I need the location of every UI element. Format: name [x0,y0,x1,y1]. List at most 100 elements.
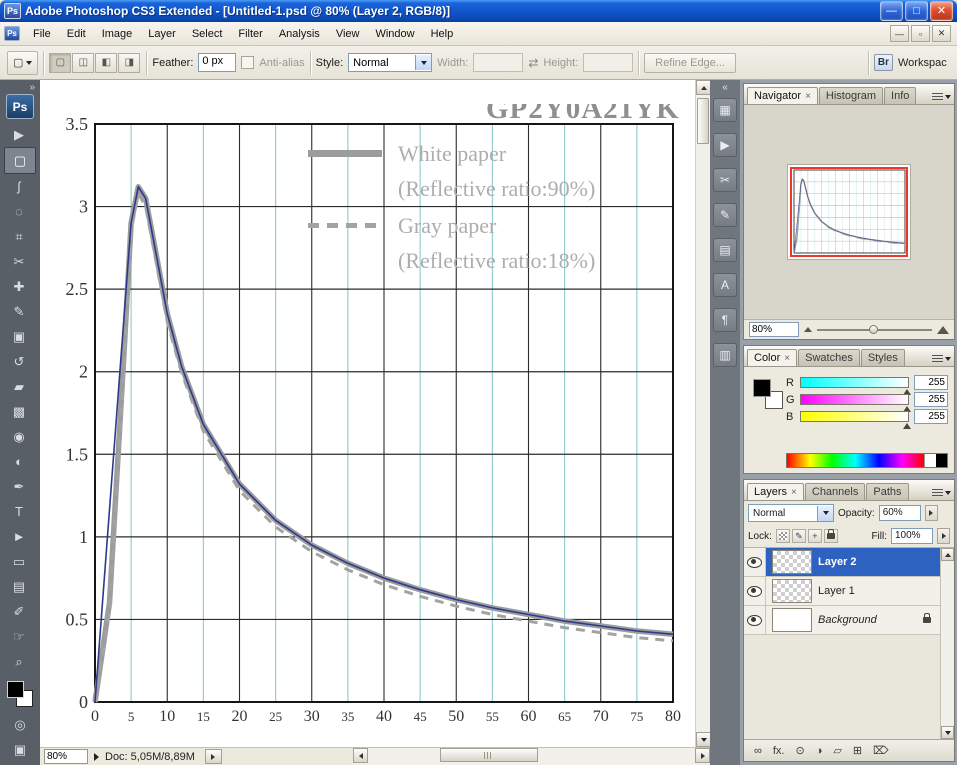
blur-tool[interactable]: ◉ [4,424,34,449]
layers-scrollbar[interactable] [940,548,954,739]
width-input[interactable] [473,53,523,72]
pen-tool[interactable]: ✒ [4,474,34,499]
style-select[interactable]: Normal [348,53,432,72]
toolbox-collapse-icon[interactable]: » [29,82,35,93]
panel-menu-icon[interactable] [932,355,951,366]
gradient-tool[interactable]: ▩ [4,399,34,424]
hand-tool[interactable]: ☞ [4,624,34,649]
minimize-button[interactable]: — [880,1,903,21]
screen-mode-button[interactable]: ▣ [5,737,35,762]
collapsed-layer-comps-panel-icon[interactable]: ▤ [713,238,737,262]
workspace-button[interactable]: Workspac [898,57,950,69]
height-input[interactable] [583,53,633,72]
collapsed-character-panel-icon[interactable]: A [713,273,737,297]
zoom-tool[interactable]: ⌕ [4,649,34,674]
color-swatches-widget[interactable] [7,681,33,707]
tab-layers[interactable]: Layers× [747,483,804,500]
navigator-zoom-slider[interactable] [817,329,932,331]
collapsed-paragraph-panel-icon[interactable]: ¶ [713,308,737,332]
tab-paths[interactable]: Paths [866,483,908,500]
slider-value-input[interactable]: 255 [914,409,948,424]
slider-track[interactable] [800,394,909,405]
tab-navigator[interactable]: Navigator× [747,87,818,104]
subtract-selection-icon[interactable]: ◧ [95,53,117,73]
collapsed-brushes-panel-icon[interactable]: ✎ [713,203,737,227]
zoom-in-icon[interactable] [937,326,949,334]
menu-window[interactable]: Window [367,25,422,43]
anti-alias-checkbox[interactable] [241,56,254,69]
visibility-cell[interactable] [744,548,766,576]
lock-transparency-icon[interactable] [776,529,790,543]
status-menu-button[interactable] [205,749,222,764]
collapsed-info-panel-icon[interactable]: ▥ [713,343,737,367]
tab-histogram[interactable]: Histogram [819,87,883,104]
doc-restore-button[interactable]: ▫ [911,25,930,42]
slice-tool[interactable]: ✂ [4,249,34,274]
adjustment-layer-icon[interactable]: ◑ [816,745,823,757]
navigator-thumbnail[interactable] [788,165,910,259]
menu-help[interactable]: Help [423,25,462,43]
delete-layer-icon[interactable]: ⌦ [873,744,889,757]
zoom-out-icon[interactable] [804,327,812,332]
fill-input[interactable]: 100% [891,528,933,544]
spectrum-ramp[interactable] [787,454,924,467]
swap-dimensions-icon[interactable]: ⇄ [528,56,538,70]
lock-position-icon[interactable]: + [808,529,822,543]
clone-stamp-tool[interactable]: ▣ [4,324,34,349]
document-canvas[interactable]: 0510152025303540455055606570758000.511.5… [40,80,695,747]
menu-edit[interactable]: Edit [59,25,94,43]
intersect-selection-icon[interactable]: ◨ [118,53,140,73]
visibility-cell[interactable] [744,606,766,634]
doc-minimize-button[interactable]: — [890,25,909,42]
menu-image[interactable]: Image [94,25,141,43]
scrollbar-track[interactable] [696,95,710,732]
slider-thumb[interactable] [903,423,911,429]
scrollbar-track[interactable] [368,748,695,765]
layer-thumbnail[interactable] [772,550,812,574]
horizontal-scrollbar[interactable] [353,748,710,765]
scroll-down-icon[interactable] [941,726,954,739]
scroll-up-icon[interactable] [941,548,954,561]
type-tool[interactable]: T [4,499,34,524]
tool-preset-picker[interactable]: ▢ [7,51,38,75]
close-panel-icon[interactable]: × [784,353,790,364]
layer-thumbnail[interactable] [772,579,812,603]
zoom-level-input[interactable]: 80% [44,749,88,764]
new-layer-icon[interactable]: ⊞ [853,744,862,757]
lasso-tool[interactable]: ʃ [4,174,34,199]
doc-close-button[interactable]: ✕ [932,25,951,42]
add-selection-icon[interactable]: ◫ [72,53,94,73]
close-button[interactable]: ✕ [930,1,953,21]
scrollbar-thumb[interactable] [440,748,538,762]
layer-style-icon[interactable]: fx. [773,745,785,757]
fill-slider-icon[interactable] [937,528,950,544]
lock-image-icon[interactable]: ✎ [792,529,806,543]
tab-swatches[interactable]: Swatches [798,349,860,366]
crop-tool[interactable]: ⌗ [4,224,34,249]
rectangular-marquee-tool[interactable]: ▢ [4,147,36,174]
quick-selection-tool[interactable]: ◌ [4,199,34,224]
foreground-color-swatch[interactable] [7,681,24,698]
eye-icon[interactable] [747,557,762,568]
panel-menu-icon[interactable] [932,93,951,104]
scroll-left-icon[interactable] [353,748,368,763]
link-layers-icon[interactable]: ∞ [754,745,762,757]
menu-view[interactable]: View [328,25,368,43]
black-swatch[interactable] [936,454,947,467]
white-swatch[interactable] [924,454,936,467]
navigator-zoom-input[interactable]: 80% [749,322,799,337]
spot-healing-brush-tool[interactable]: ✚ [4,274,34,299]
eye-icon[interactable] [747,615,762,626]
eraser-tool[interactable]: ▰ [4,374,34,399]
path-selection-tool[interactable]: ► [4,524,34,549]
tab-info[interactable]: Info [884,87,916,104]
menu-file[interactable]: File [25,25,59,43]
tab-color[interactable]: Color× [747,349,797,366]
menu-select[interactable]: Select [184,25,231,43]
close-panel-icon[interactable]: × [805,91,811,102]
history-brush-tool[interactable]: ↺ [4,349,34,374]
menu-layer[interactable]: Layer [140,25,184,43]
menu-filter[interactable]: Filter [230,25,270,43]
refine-edge-button[interactable]: Refine Edge... [644,53,736,73]
feather-input[interactable]: 0 px [198,53,236,72]
